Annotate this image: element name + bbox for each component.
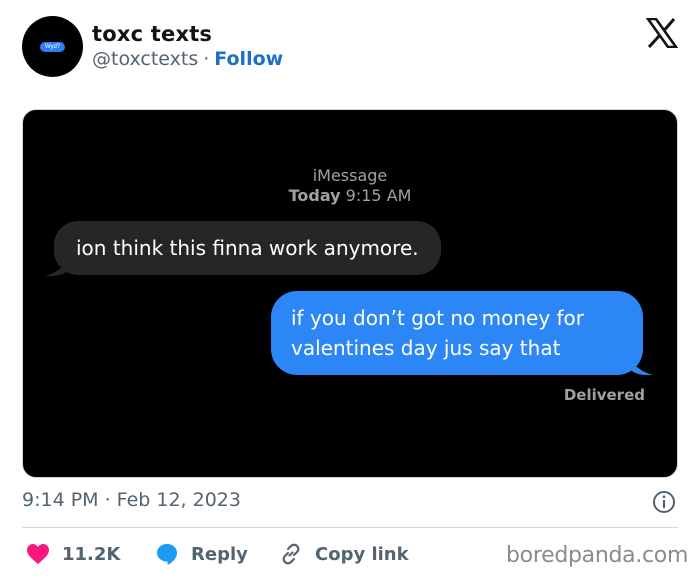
handle-separator: · bbox=[203, 48, 210, 70]
imessage-service-label: iMessage bbox=[312, 166, 388, 185]
info-icon[interactable] bbox=[652, 490, 676, 514]
author-name[interactable]: toxc texts bbox=[92, 22, 212, 46]
media-screenshot[interactable]: iMessage Today 9:15 AM ion think this fi… bbox=[22, 109, 678, 478]
imessage-time: 9:15 AM bbox=[345, 186, 412, 205]
delivered-label: Delivered bbox=[563, 386, 645, 404]
avatar[interactable]: Wyd? bbox=[22, 16, 83, 77]
divider bbox=[22, 527, 678, 528]
incoming-message-bubble: ion think this finna work anymore. bbox=[54, 221, 441, 275]
avatar-text: Wyd? bbox=[39, 41, 66, 52]
reply-label: Reply bbox=[191, 543, 248, 565]
follow-button[interactable]: Follow bbox=[214, 48, 283, 70]
tweet-card: Wyd? toxc texts @toxctexts · Follow iMessa… bbox=[0, 0, 700, 581]
watermark: boredpanda.com bbox=[506, 543, 689, 568]
heart-icon bbox=[27, 544, 49, 564]
copy-link-label: Copy link bbox=[315, 543, 409, 565]
imessage-day: Today bbox=[288, 186, 341, 205]
outgoing-message-line-2: valentines day jus say that bbox=[291, 336, 561, 360]
handle-row: @toxctexts · Follow bbox=[92, 48, 283, 70]
outgoing-bubble-tail bbox=[629, 354, 653, 376]
author-handle[interactable]: @toxctexts bbox=[92, 48, 198, 70]
reply-bubble-icon bbox=[157, 544, 177, 565]
x-logo-icon[interactable] bbox=[646, 18, 678, 48]
reply-button[interactable]: Reply bbox=[155, 541, 248, 567]
outgoing-message-bubble: if you don’t got no money for valentines… bbox=[271, 291, 643, 375]
outgoing-message-line-1: if you don’t got no money for bbox=[291, 306, 585, 330]
like-count: 11.2K bbox=[62, 543, 121, 565]
like-button[interactable]: 11.2K bbox=[26, 541, 120, 567]
copy-link-button[interactable]: Copy link bbox=[279, 541, 409, 567]
tweet-timestamp[interactable]: 9:14 PM · Feb 12, 2023 bbox=[22, 489, 241, 511]
imessage-timestamp: Today 9:15 AM bbox=[23, 186, 677, 206]
link-icon bbox=[282, 543, 300, 565]
